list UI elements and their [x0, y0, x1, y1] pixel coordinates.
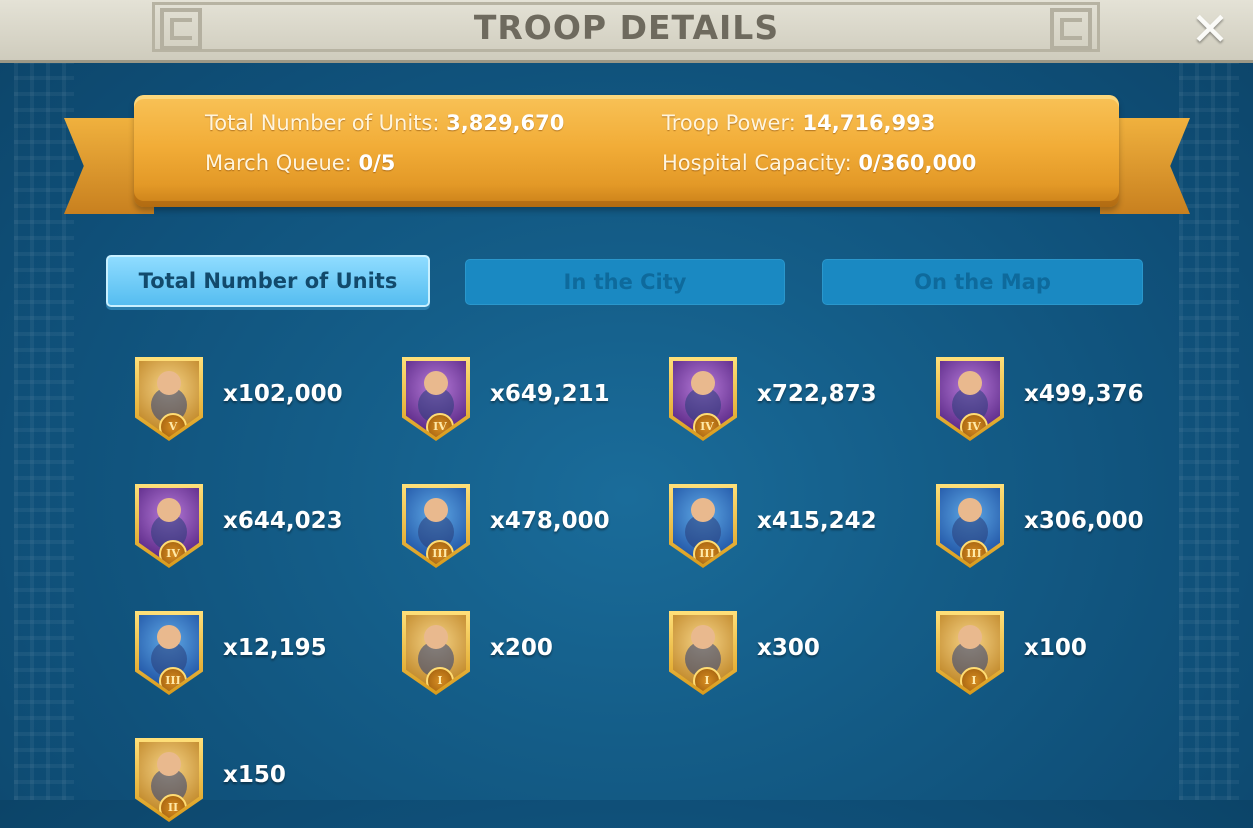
- unit-count: x200: [490, 635, 553, 661]
- archer-unit-icon: III: [940, 488, 1000, 564]
- unit-frame: IV: [669, 357, 737, 441]
- close-icon: ✕: [1190, 2, 1230, 56]
- infantry-unit-icon: IV: [406, 361, 466, 437]
- soldier-figure: [958, 371, 982, 395]
- unit-count: x649,211: [490, 381, 610, 407]
- troop-power-stat: Troop Power: 14,716,993: [662, 111, 935, 135]
- tab-in-the-city[interactable]: In the City: [465, 259, 785, 305]
- unit-frame: III: [135, 611, 203, 695]
- hospital-capacity-label: Hospital Capacity:: [662, 151, 852, 175]
- unit-frame: III: [669, 484, 737, 568]
- unit-frame: III: [936, 484, 1004, 568]
- tier-badge: V: [159, 413, 187, 437]
- troop-unit[interactable]: III x478,000: [402, 484, 652, 574]
- header-bar: TROOP DETAILS ✕: [0, 0, 1253, 63]
- unit-frame: I: [669, 611, 737, 695]
- troop-unit[interactable]: III x306,000: [936, 484, 1186, 574]
- total-units-stat: Total Number of Units: 3,829,670: [205, 111, 564, 135]
- unit-count: x102,000: [223, 381, 343, 407]
- siege-unit-icon: II: [139, 742, 199, 818]
- page-title: TROOP DETAILS: [473, 8, 780, 47]
- troop-unit[interactable]: Ix100: [936, 611, 1186, 701]
- soldier-figure: [691, 625, 715, 649]
- hospital-capacity-value: 0/360,000: [858, 151, 977, 175]
- soldier-figure: [424, 371, 448, 395]
- greek-key-border-right: [1179, 60, 1239, 800]
- archer-unit-icon: I: [940, 615, 1000, 691]
- troop-unit[interactable]: III x415,242: [669, 484, 919, 574]
- infantry-unit-icon: I: [406, 615, 466, 691]
- total-units-label: Total Number of Units:: [205, 111, 440, 135]
- soldier-figure: [424, 625, 448, 649]
- tier-badge: III: [693, 540, 721, 564]
- troop-unit[interactable]: Ix200: [402, 611, 652, 701]
- unit-frame: IV: [936, 357, 1004, 441]
- unit-count: x12,195: [223, 635, 327, 661]
- unit-count: x306,000: [1024, 508, 1144, 534]
- unit-frame: V: [135, 357, 203, 441]
- soldier-figure: [691, 498, 715, 522]
- soldier-figure: [958, 625, 982, 649]
- soldier-figure: [958, 498, 982, 522]
- troop-unit[interactable]: Ix300: [669, 611, 919, 701]
- tier-badge: II: [159, 794, 187, 818]
- total-units-value: 3,829,670: [446, 111, 565, 135]
- cavalry-unit-icon: I: [673, 615, 733, 691]
- troop-unit[interactable]: Vx102,000: [135, 357, 385, 447]
- troop-power-value: 14,716,993: [802, 111, 936, 135]
- tier-badge: IV: [960, 413, 988, 437]
- cavalry-unit-icon: III: [673, 488, 733, 564]
- march-queue-stat: March Queue: 0/5: [205, 151, 395, 175]
- unit-count: x722,873: [757, 381, 877, 407]
- tab-on-the-map[interactable]: On the Map: [822, 259, 1143, 305]
- unit-frame: IV: [135, 484, 203, 568]
- troop-unit[interactable]: IV x644,023: [135, 484, 385, 574]
- soldier-figure: [157, 371, 181, 395]
- infantry-unit-icon: III: [406, 488, 466, 564]
- unit-frame: IV: [402, 357, 470, 441]
- tier-badge: III: [426, 540, 454, 564]
- soldier-figure: [157, 498, 181, 522]
- tier-badge: IV: [426, 413, 454, 437]
- unit-frame: I: [936, 611, 1004, 695]
- siege-unit-icon: III: [139, 615, 199, 691]
- tier-badge: IV: [159, 540, 187, 564]
- unit-count: x415,242: [757, 508, 877, 534]
- soldier-figure: [424, 498, 448, 522]
- cavalry-unit-icon: IV: [673, 361, 733, 437]
- soldier-figure: [157, 625, 181, 649]
- soldier-figure: [157, 752, 181, 776]
- hospital-capacity-stat: Hospital Capacity: 0/360,000: [662, 151, 976, 175]
- unit-frame: II: [135, 738, 203, 822]
- tier-badge: I: [693, 667, 721, 691]
- unit-count: x100: [1024, 635, 1087, 661]
- march-queue-label: March Queue:: [205, 151, 352, 175]
- tier-badge: III: [159, 667, 187, 691]
- march-queue-value: 0/5: [358, 151, 396, 175]
- troop-power-label: Troop Power:: [662, 111, 796, 135]
- general-unit-icon: V: [139, 361, 199, 437]
- troop-unit[interactable]: III x12,195: [135, 611, 385, 701]
- troop-unit[interactable]: II x150: [135, 738, 385, 828]
- tab-total-units[interactable]: Total Number of Units: [106, 255, 430, 307]
- unit-count: x300: [757, 635, 820, 661]
- tier-badge: IV: [693, 413, 721, 437]
- unit-count: x644,023: [223, 508, 343, 534]
- unit-count: x499,376: [1024, 381, 1144, 407]
- troop-unit[interactable]: IV x722,873: [669, 357, 919, 447]
- troop-unit[interactable]: IV x499,376: [936, 357, 1186, 447]
- close-button[interactable]: ✕: [1186, 6, 1234, 52]
- unit-count: x150: [223, 762, 286, 788]
- siege-unit-icon: IV: [139, 488, 199, 564]
- troop-unit[interactable]: IV x649,211: [402, 357, 652, 447]
- unit-frame: I: [402, 611, 470, 695]
- unit-count: x478,000: [490, 508, 610, 534]
- greek-key-border-left: [14, 60, 74, 800]
- tier-badge: I: [960, 667, 988, 691]
- tier-badge: I: [426, 667, 454, 691]
- tier-badge: III: [960, 540, 988, 564]
- archer-unit-icon: IV: [940, 361, 1000, 437]
- soldier-figure: [691, 371, 715, 395]
- unit-frame: III: [402, 484, 470, 568]
